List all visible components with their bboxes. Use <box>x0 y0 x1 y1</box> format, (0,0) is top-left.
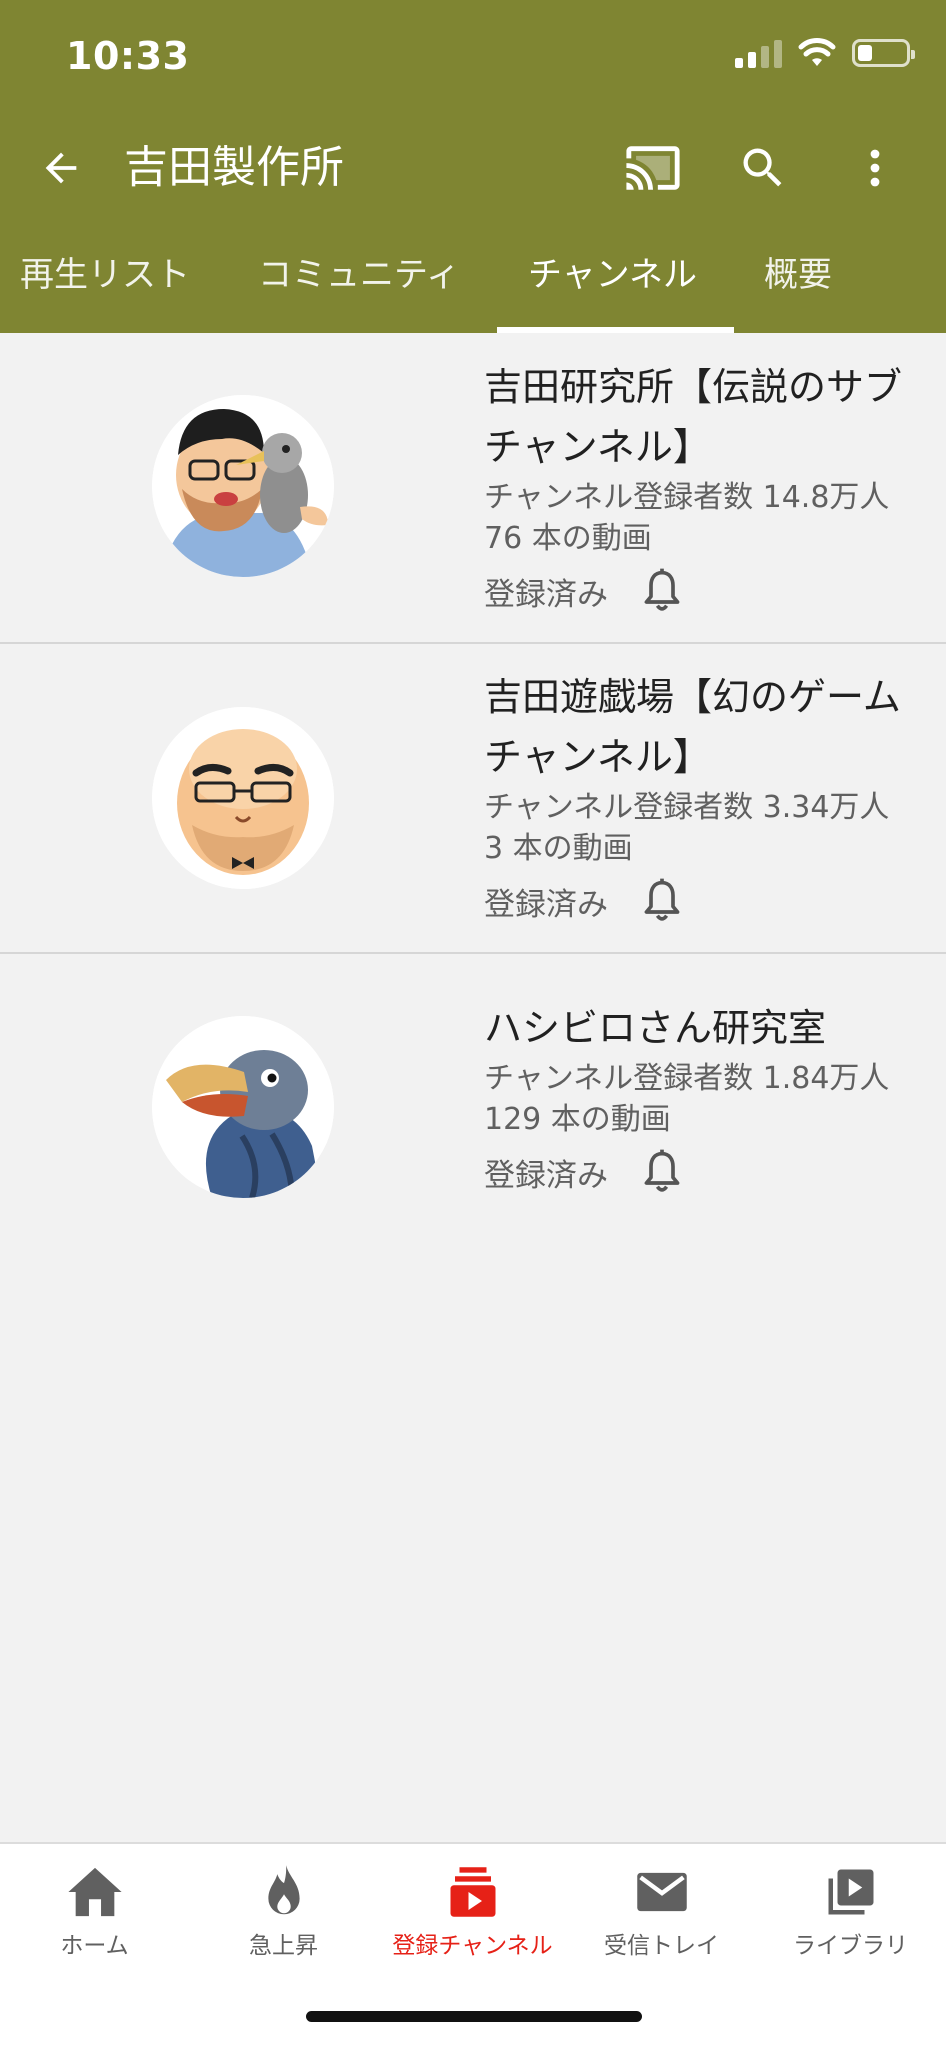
tab-community[interactable]: コミュニティ <box>258 240 460 333</box>
cellular-signal-icon <box>735 38 782 68</box>
bell-icon <box>644 568 680 611</box>
nav-subscriptions-label: 登録チャンネル <box>392 1933 553 1959</box>
nav-trending[interactable]: 急上昇 <box>189 1862 378 1960</box>
toolbar: 吉田製作所 <box>0 115 946 215</box>
status-time: 10:33 <box>66 34 190 78</box>
status-bar: 10:33 <box>0 0 946 115</box>
channel-name: ハシビロさん研究室 <box>484 1006 827 1050</box>
nav-home-label: ホーム <box>60 1933 129 1959</box>
more-options-button[interactable] <box>842 135 908 201</box>
search-button[interactable] <box>730 135 796 201</box>
page-title: 吉田製作所 <box>124 142 344 193</box>
channel-subscribers: チャンネル登録者数 1.84万人 <box>484 1061 890 1096</box>
bell-icon <box>644 1149 680 1192</box>
battery-icon <box>852 39 915 67</box>
arrow-left-icon <box>45 152 77 184</box>
channel-subscribers: チャンネル登録者数 3.34万人 <box>484 790 890 825</box>
nav-library[interactable]: ライブラリ <box>756 1862 945 1960</box>
channel-video-count: 129 本の動画 <box>484 1102 671 1137</box>
notification-bell-button[interactable] <box>636 565 688 617</box>
channel-name: 吉田研究所【伝説のサブチャンネル】 <box>484 365 903 469</box>
bearded-man-with-bird-avatar <box>152 395 334 577</box>
channel-tabs: 再生リスト コミュニティ チャンネル 概要 <box>0 240 946 333</box>
nav-library-label: ライブラリ <box>793 1933 908 1959</box>
channel-avatar[interactable] <box>152 707 334 889</box>
tab-about[interactable]: 概要 <box>764 240 832 333</box>
channel-info: ハシビロさん研究室 チャンネル登録者数 1.84万人 129 本の動画 登録済み <box>484 998 914 1198</box>
channel-item[interactable]: 吉田遊戯場【幻のゲームチャンネル】 チャンネル登録者数 3.34万人 3 本の動… <box>0 644 946 954</box>
nav-home[interactable]: ホーム <box>0 1862 189 1960</box>
subscribed-label: 登録済み <box>484 1157 608 1194</box>
nav-inbox-label: 受信トレイ <box>604 1933 719 1959</box>
bell-icon <box>644 878 680 921</box>
channel-info: 吉田遊戯場【幻のゲームチャンネル】 チャンネル登録者数 3.34万人 3 本の動… <box>484 667 914 927</box>
channel-item[interactable]: 吉田研究所【伝説のサブチャンネル】 チャンネル登録者数 14.8万人 76 本の… <box>0 333 946 644</box>
channel-info: 吉田研究所【伝説のサブチャンネル】 チャンネル登録者数 14.8万人 76 本の… <box>484 357 914 617</box>
nav-trending-label: 急上昇 <box>249 1933 318 1959</box>
bald-man-with-glasses-avatar <box>152 707 334 889</box>
channel-avatar[interactable] <box>152 1016 334 1198</box>
notification-bell-button[interactable] <box>636 1146 688 1198</box>
subscribed-label: 登録済み <box>484 886 608 923</box>
library-icon <box>828 1869 873 1915</box>
channel-item[interactable]: ハシビロさん研究室 チャンネル登録者数 1.84万人 129 本の動画 登録済み <box>0 954 946 1244</box>
nav-subscriptions[interactable]: 登録チャンネル <box>378 1862 567 1960</box>
channel-name: 吉田遊戯場【幻のゲームチャンネル】 <box>484 675 901 779</box>
channel-video-count: 3 本の動画 <box>484 831 633 866</box>
back-button[interactable] <box>28 135 94 201</box>
channel-subscribers: チャンネル登録者数 14.8万人 <box>484 480 890 515</box>
shoebill-bird-avatar <box>152 1016 334 1198</box>
status-icons <box>735 38 915 68</box>
tab-channels[interactable]: チャンネル <box>528 240 697 333</box>
cast-button[interactable] <box>620 135 686 201</box>
flame-icon <box>267 1865 300 1915</box>
cast-icon <box>626 146 680 190</box>
subscription-status: 登録済み <box>484 875 914 927</box>
subscription-status: 登録済み <box>484 565 914 617</box>
battery-level <box>858 45 872 61</box>
app-header: 10:33 吉田製作所 再生リスト コミュニティ チャンネル 概要 <box>0 0 946 333</box>
subscriptions-icon <box>450 1867 495 1917</box>
notification-bell-button[interactable] <box>636 875 688 927</box>
more-vert-icon <box>870 149 880 187</box>
subscription-status: 登録済み <box>484 1146 914 1198</box>
nav-inbox[interactable]: 受信トレイ <box>567 1862 756 1960</box>
channel-avatar[interactable] <box>152 395 334 577</box>
tab-playlists[interactable]: 再生リスト <box>20 240 190 333</box>
subscribed-label: 登録済み <box>484 576 608 613</box>
search-icon <box>743 148 782 187</box>
channel-video-count: 76 本の動画 <box>484 521 652 556</box>
home-indicator[interactable] <box>306 2011 642 2022</box>
home-icon <box>67 1867 122 1917</box>
wifi-icon <box>798 38 836 66</box>
mail-icon <box>636 1872 687 1912</box>
